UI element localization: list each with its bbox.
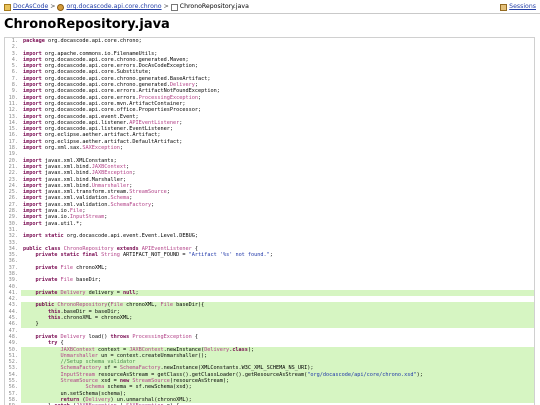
source-file-icon <box>170 3 178 11</box>
source-code-listing: 1. package org.docascode.api.core.chrono;… <box>4 37 535 405</box>
breadcrumb-trail: DocAsCode > org.docascode.api.core.chron… <box>4 0 249 14</box>
breadcrumb-report-link[interactable]: DocAsCode <box>13 0 48 14</box>
breadcrumb-separator: > <box>163 3 169 10</box>
breadcrumb-separator: > <box>50 3 56 10</box>
report-icon <box>4 3 11 11</box>
sessions-link[interactable]: Sessions <box>509 0 536 14</box>
breadcrumb-current-file: ChronoRepository.java <box>179 3 249 10</box>
group-icon <box>57 3 65 11</box>
breadcrumb: DocAsCode > org.docascode.api.core.chron… <box>0 0 540 14</box>
breadcrumb-package-link[interactable]: org.docascode.api.core.chrono <box>66 0 161 14</box>
sessions-link-container: Sessions <box>500 0 536 14</box>
page-title: ChronoRepository.java <box>4 17 170 32</box>
sessions-icon <box>500 3 508 11</box>
